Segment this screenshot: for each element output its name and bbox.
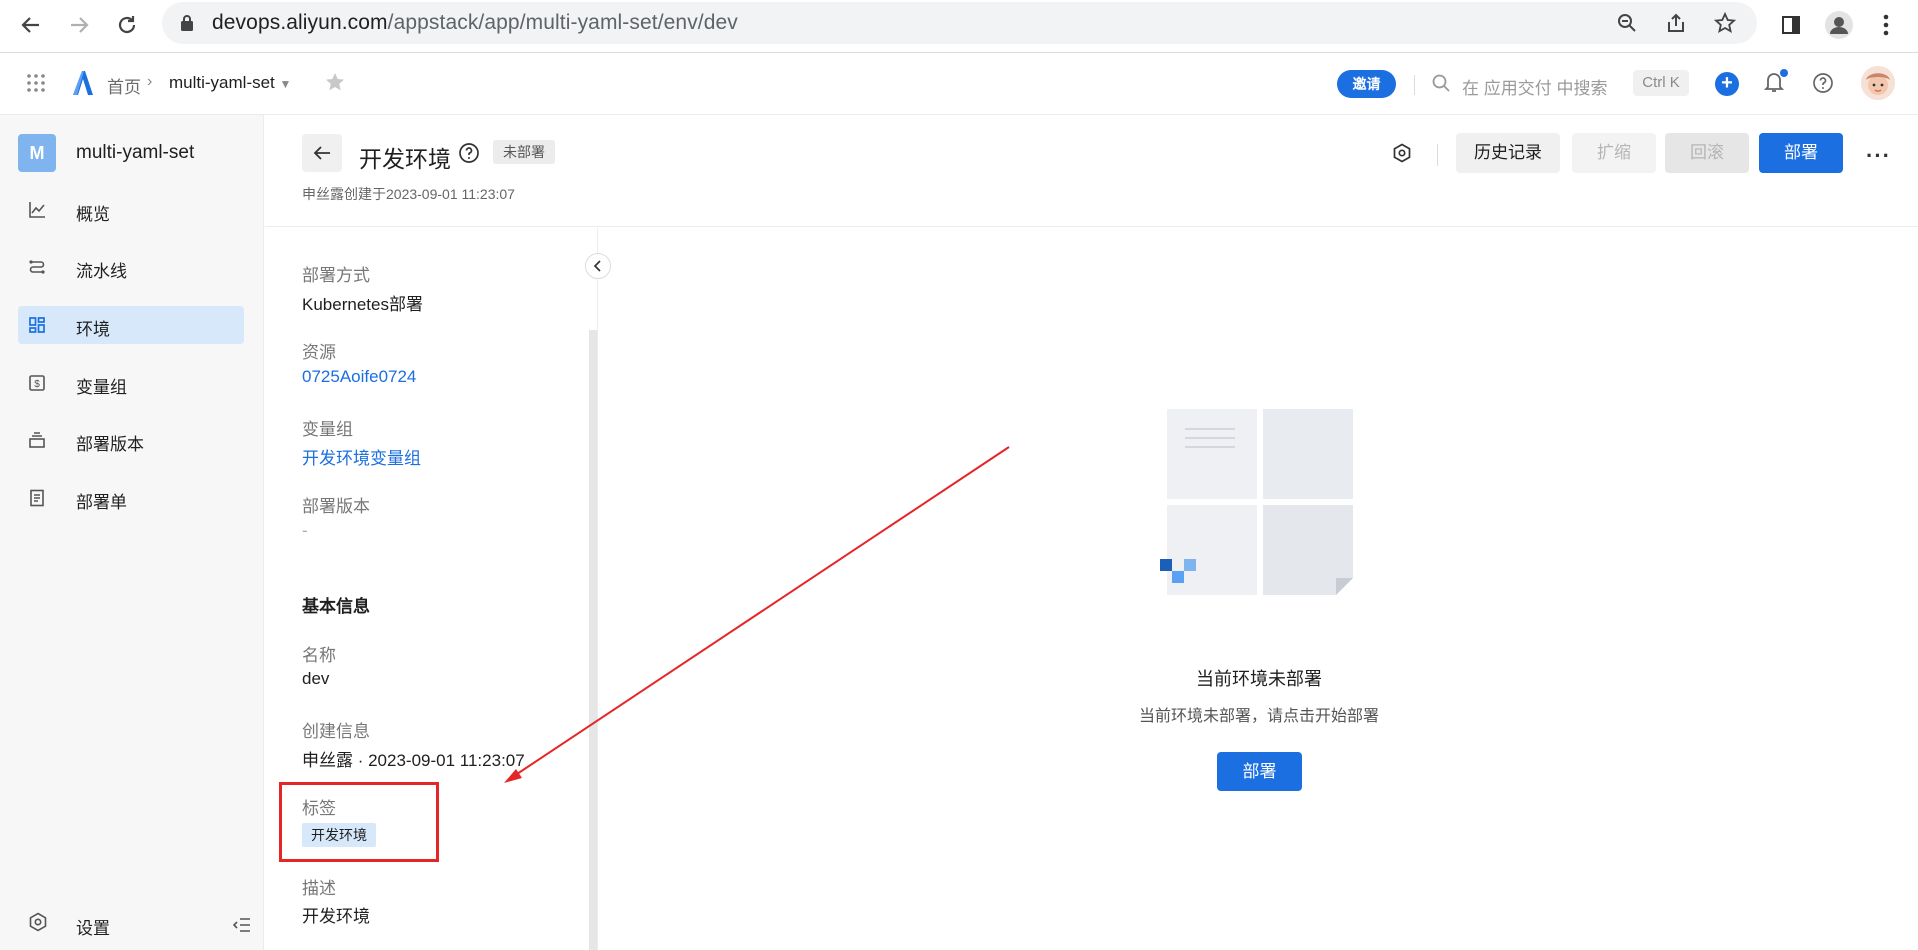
more-icon[interactable]: ··· — [1866, 143, 1891, 169]
search-placeholder: 在 应用交付 中搜索 — [1462, 79, 1608, 98]
chevron-right-icon: › — [147, 73, 153, 90]
share-icon[interactable] — [1664, 11, 1688, 35]
sidebar-item-variable-group[interactable]: $ 变量组 — [18, 364, 244, 402]
user-avatar[interactable] — [1861, 66, 1895, 100]
kebab-menu-icon[interactable] — [1869, 8, 1903, 42]
reload-icon[interactable] — [110, 8, 144, 42]
forward-arrow-icon[interactable] — [62, 8, 96, 42]
zoom-icon[interactable] — [1615, 11, 1639, 35]
grid-icon — [28, 316, 46, 339]
sidebar-item-label: 环境 — [76, 320, 110, 339]
side-panel-icon[interactable] — [1774, 8, 1808, 42]
sidebar-item-settings[interactable]: 设置 — [18, 909, 250, 939]
divider — [1414, 75, 1415, 95]
breadcrumb-app[interactable]: multi-yaml-set ▼ — [169, 73, 291, 93]
create-plus-icon[interactable]: + — [1715, 72, 1739, 96]
deploy-method-label: 部署方式 — [302, 266, 370, 285]
sidebar-item-pipeline[interactable]: 流水线 — [18, 248, 244, 286]
version-label: 部署版本 — [302, 497, 370, 516]
collapse-panel-button[interactable] — [585, 253, 611, 279]
version-icon — [28, 431, 46, 454]
collapse-sidebar-icon[interactable] — [232, 917, 251, 938]
arrow-left-icon — [313, 146, 330, 160]
sidebar-item-label: 设置 — [76, 919, 110, 938]
caret-down-icon: ▼ — [279, 77, 292, 91]
browser-toolbar: devops.aliyun.com/appstack/app/multi-yam… — [0, 0, 1918, 53]
notification-dot — [1780, 69, 1788, 77]
history-button[interactable]: 历史记录 — [1456, 133, 1560, 173]
rollback-button[interactable]: 回滚 — [1665, 133, 1749, 173]
created-meta: 申丝露创建于2023-09-01 11:23:07 — [302, 186, 515, 202]
shortcut-hint: Ctrl K — [1633, 70, 1689, 96]
sidebar-item-deploy-order[interactable]: 部署单 — [18, 479, 244, 517]
profile-icon[interactable] — [1822, 8, 1856, 42]
breadcrumb-home[interactable]: 首页 — [107, 73, 141, 98]
address-bar[interactable]: devops.aliyun.com/appstack/app/multi-yam… — [162, 2, 1757, 44]
chart-icon — [28, 201, 46, 224]
empty-state-title: 当前环境未部署 — [1196, 669, 1322, 689]
settings-hex-icon[interactable] — [1392, 143, 1412, 168]
sidebar-item-deploy-version[interactable]: 部署版本 — [18, 421, 244, 459]
variable-icon: $ — [28, 374, 46, 397]
vargroup-link[interactable]: 开发环境变量组 — [302, 444, 421, 469]
divider — [597, 228, 598, 950]
sidebar-item-label: 变量组 — [76, 378, 127, 397]
chevron-left-icon — [593, 260, 601, 272]
sidebar-item-label: 概览 — [76, 205, 110, 224]
deploy-method-value: Kubernetes部署 — [302, 295, 423, 314]
start-deploy-button[interactable]: 部署 — [1217, 752, 1302, 791]
empty-state-illustration — [1157, 409, 1357, 614]
question-icon[interactable] — [458, 142, 480, 169]
back-button[interactable] — [302, 134, 342, 172]
scale-button[interactable]: 扩缩 — [1572, 133, 1656, 173]
annotation-highlight-box — [279, 782, 439, 862]
lock-icon — [180, 14, 194, 37]
status-badge: 未部署 — [493, 140, 555, 164]
back-arrow-icon[interactable] — [14, 8, 48, 42]
url-text: devops.aliyun.com/appstack/app/multi-yam… — [212, 11, 738, 34]
help-icon[interactable] — [1812, 72, 1834, 99]
resource-link[interactable]: 0725Aoife0724 — [302, 367, 416, 387]
app-grid-icon[interactable] — [26, 73, 46, 98]
name-label: 名称 — [302, 646, 336, 665]
svg-text:$: $ — [34, 379, 40, 390]
description-label: 描述 — [302, 879, 336, 898]
deploy-button[interactable]: 部署 — [1759, 133, 1843, 173]
app-header: 首页 › multi-yaml-set ▼ 邀请 在 应用交付 中搜索 Ctrl… — [0, 53, 1918, 115]
create-info-value: 申丝露 · 2023-09-01 11:23:07 — [302, 751, 525, 770]
document-icon — [28, 489, 46, 512]
bookmark-star-icon[interactable] — [1713, 11, 1737, 35]
page-header: 开发环境 未部署 申丝露创建于2023-09-01 11:23:07 历史记录 … — [265, 115, 1918, 227]
pipeline-icon — [28, 258, 46, 281]
create-info-label: 创建信息 — [302, 722, 370, 741]
vargroup-label: 变量组 — [302, 420, 353, 439]
sidebar-item-environment[interactable]: 环境 — [18, 306, 244, 344]
page-title: 开发环境 — [359, 146, 451, 172]
empty-state-subtitle: 当前环境未部署，请点击开始部署 — [1138, 708, 1379, 725]
search-icon — [1432, 74, 1450, 97]
sidebar-item-label: 部署版本 — [76, 435, 144, 454]
sidebar: M multi-yaml-set 概览 流水线 环境 $ 变量组 部署版本 部署… — [0, 115, 264, 950]
favorite-star-icon[interactable] — [324, 71, 346, 98]
app-badge: M — [18, 134, 56, 172]
sidebar-item-label: 部署单 — [76, 493, 127, 512]
divider — [1437, 144, 1438, 166]
sidebar-item-overview[interactable]: 概览 — [18, 191, 244, 229]
resource-label: 资源 — [302, 343, 336, 362]
description-value: 开发环境 — [302, 907, 370, 926]
logo-icon[interactable] — [71, 69, 95, 102]
invite-button[interactable]: 邀请 — [1337, 70, 1396, 98]
version-value: - — [302, 521, 308, 540]
sidebar-item-label: 流水线 — [76, 262, 127, 281]
app-name[interactable]: multi-yaml-set — [76, 142, 194, 164]
scrollbar[interactable] — [589, 330, 597, 950]
settings-hex-icon — [28, 912, 48, 937]
name-value: dev — [302, 669, 330, 688]
basic-info-title: 基本信息 — [302, 597, 370, 616]
